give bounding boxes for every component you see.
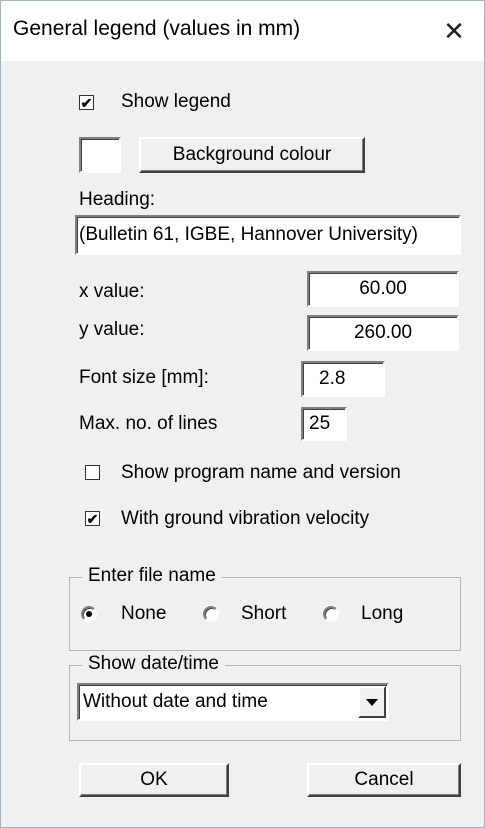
show-program-checkbox[interactable] <box>85 465 100 480</box>
file-name-group-title: Enter file name <box>82 565 222 587</box>
date-time-group-title: Show date/time <box>82 653 225 675</box>
y-value-input[interactable]: 260.00 <box>307 315 459 351</box>
max-lines-label: Max. no. of lines <box>79 413 218 434</box>
ground-vibration-checkbox[interactable]: ✔ <box>85 511 100 526</box>
x-value-label: x value: <box>79 281 145 302</box>
background-colour-button[interactable]: Background colour <box>139 137 365 173</box>
heading-input[interactable]: (Bulletin 61, IGBE, Hannover University) <box>75 215 461 255</box>
date-time-selected-value: Without date and time <box>83 691 268 712</box>
legend-dialog: General legend (values in mm) ✕ ✔ Show l… <box>0 0 485 828</box>
radio-none[interactable] <box>81 606 97 622</box>
radio-short[interactable] <box>203 606 219 622</box>
max-lines-input[interactable]: 25 <box>301 407 347 441</box>
font-size-input[interactable]: 2.8 <box>301 361 385 397</box>
x-value-input[interactable]: 60.00 <box>307 271 459 307</box>
dialog-title: General legend (values in mm) <box>13 17 301 40</box>
show-program-label: Show program name and version <box>121 462 401 483</box>
radio-none-label: None <box>121 603 167 624</box>
title-bar: General legend (values in mm) ✕ <box>1 1 484 61</box>
background-colour-swatch <box>79 137 121 173</box>
heading-label: Heading: <box>79 189 156 210</box>
radio-long-label: Long <box>361 603 404 624</box>
show-legend-checkbox[interactable]: ✔ <box>79 95 94 110</box>
cancel-button[interactable]: Cancel <box>307 763 461 797</box>
show-legend-label: Show legend <box>121 91 231 112</box>
ground-vibration-label: With ground vibration velocity <box>121 508 370 529</box>
ok-button[interactable]: OK <box>79 763 229 797</box>
dropdown-button[interactable] <box>358 686 386 718</box>
radio-short-label: Short <box>241 603 287 624</box>
radio-long[interactable] <box>323 606 339 622</box>
date-time-select[interactable]: Without date and time <box>77 683 389 721</box>
y-value-label: y value: <box>79 319 145 340</box>
font-size-label: Font size [mm]: <box>79 367 209 388</box>
chevron-down-icon <box>366 698 378 706</box>
close-icon[interactable]: ✕ <box>424 1 484 61</box>
radio-selected-dot <box>86 611 92 617</box>
